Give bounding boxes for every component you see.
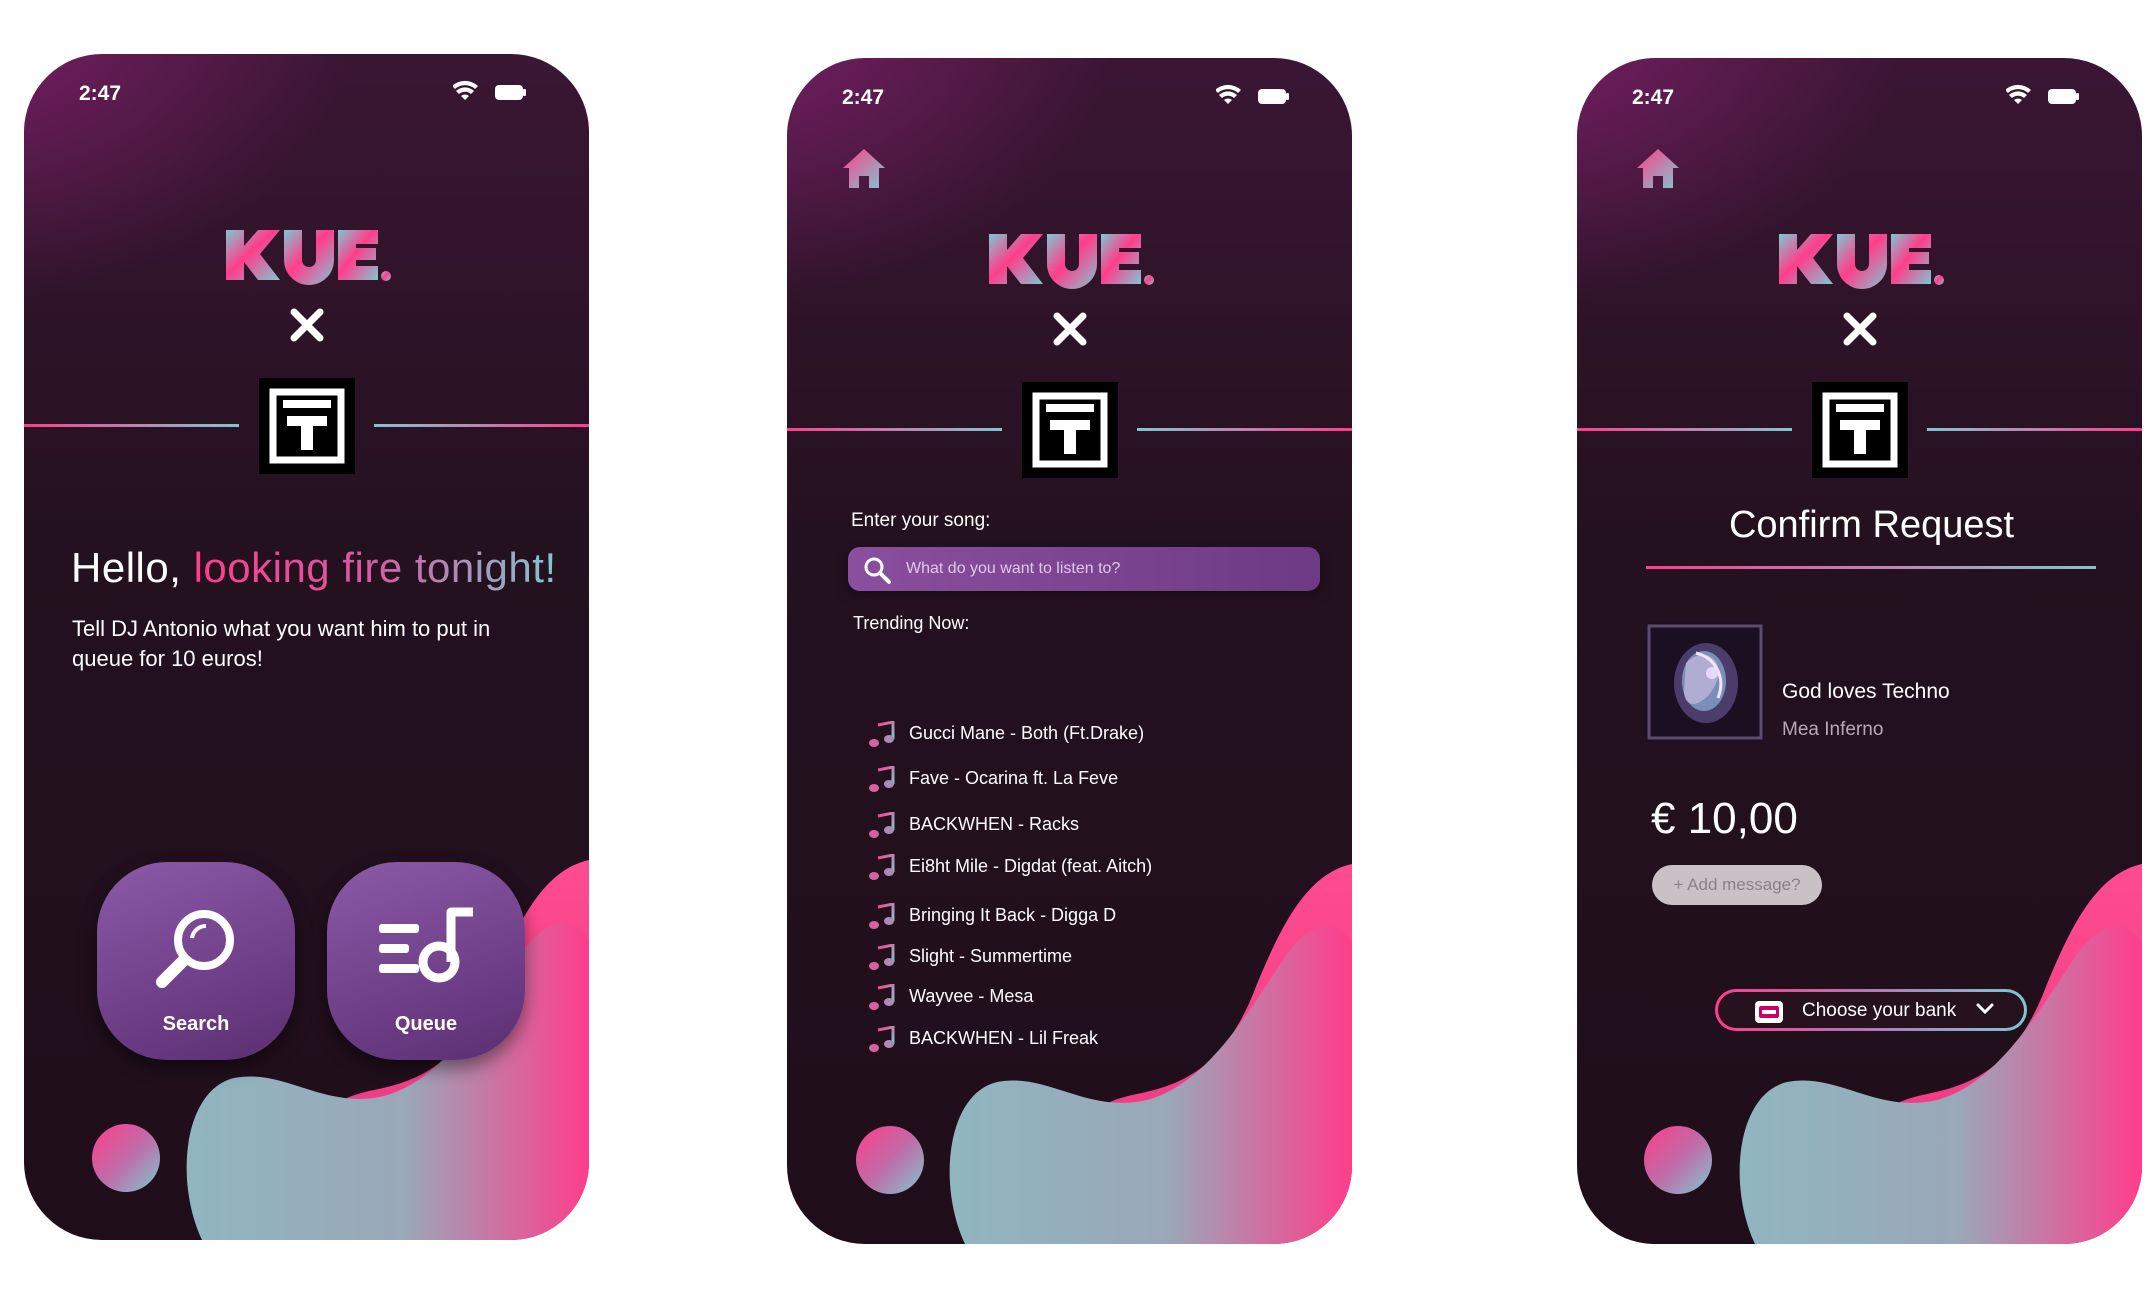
status-icons	[453, 80, 526, 100]
song-item[interactable]: Slight - Summertime	[869, 942, 1309, 972]
venue-t-logo	[1021, 382, 1118, 478]
confirm-screen: 2:47 Confirm Request God loves Techno Me…	[1577, 58, 2142, 1244]
status-icons	[1216, 84, 1289, 104]
home-screen: 2:47 Hello, looking fire tonight! Tell D…	[24, 54, 589, 1240]
venue-t-logo	[258, 378, 355, 474]
music-note-icon	[869, 944, 895, 970]
confirm-title: Confirm Request	[1728, 504, 2015, 546]
queue-music-icon	[379, 907, 473, 983]
kue-logo	[988, 234, 1154, 289]
greeting-accent: looking fire tonight!	[193, 544, 557, 591]
song-title: Ei8ht Mile - Digdat (feat. Aitch)	[909, 856, 1153, 876]
selected-song-title: God loves Techno	[1782, 680, 1950, 703]
song-title: Wayvee - Mesa	[909, 986, 1034, 1006]
song-item[interactable]: Bringing It Back - Digga D	[869, 901, 1309, 931]
bank-card-icon	[1755, 1001, 1783, 1023]
music-note-icon	[869, 766, 895, 792]
search-button-label: Search	[162, 1013, 230, 1035]
enter-song-label: Enter your song:	[851, 510, 991, 531]
choose-bank-dropdown[interactable]: Choose your bank	[1715, 989, 2027, 1031]
choose-bank-label: Choose your bank	[1802, 1000, 1957, 1021]
search-screen: 2:47 Enter your song: What do you want t…	[787, 58, 1352, 1244]
status-time: 2:47	[842, 86, 885, 109]
greeting: Hello, looking fire tonight!	[71, 544, 557, 592]
song-title: Slight - Summertime	[909, 946, 1073, 966]
song-title: BACKWHEN - Racks	[909, 814, 1080, 834]
status-time: 2:47	[79, 82, 122, 105]
battery-icon	[1258, 89, 1286, 104]
music-note-icon	[869, 721, 895, 747]
music-note-icon	[869, 903, 895, 929]
kue-logo	[225, 230, 391, 285]
close-x-icon	[1843, 312, 1876, 346]
add-message-button[interactable]: + Add message?	[1652, 865, 1822, 905]
search-button[interactable]: Search	[97, 862, 295, 1060]
wifi-icon	[1216, 84, 1241, 104]
wifi-icon	[453, 80, 478, 100]
selected-song-artist: Mea Inferno	[1782, 719, 1884, 740]
wifi-icon	[2006, 84, 2031, 104]
status-icons	[2006, 84, 2079, 104]
song-item[interactable]: BACKWHEN - Racks	[869, 810, 1309, 840]
home-description: Tell DJ Antonio what you want him to put…	[72, 616, 491, 671]
search-placeholder: What do you want to listen to?	[906, 560, 1121, 577]
divider-left	[1577, 428, 1792, 431]
song-title: Gucci Mane - Both (Ft.Drake)	[909, 723, 1145, 743]
title-underline	[1646, 566, 2096, 569]
profile-dot[interactable]	[856, 1126, 924, 1194]
close-x-icon	[1053, 312, 1086, 346]
divider-left	[787, 428, 1002, 431]
music-note-icon	[869, 1026, 895, 1052]
song-title: Bringing It Back - Digga D	[909, 905, 1117, 925]
trending-label: Trending Now:	[853, 613, 970, 633]
kue-logo	[1778, 234, 1944, 289]
music-note-icon	[869, 984, 895, 1010]
song-item[interactable]: Fave - Ocarina ft. La Feve	[869, 764, 1309, 794]
greeting-prefix: Hello,	[71, 544, 194, 591]
venue-t-logo	[1811, 382, 1908, 478]
search-input[interactable]: What do you want to listen to?	[848, 547, 1320, 591]
song-item[interactable]: Wayvee - Mesa	[869, 982, 1309, 1012]
close-x-icon	[290, 308, 323, 342]
divider-right	[1137, 428, 1352, 431]
battery-icon	[2048, 89, 2076, 104]
queue-button-label: Queue	[394, 1013, 458, 1035]
music-note-icon	[869, 812, 895, 838]
song-item[interactable]: Ei8ht Mile - Digdat (feat. Aitch)	[869, 852, 1309, 882]
profile-dot[interactable]	[1644, 1126, 1712, 1194]
song-item[interactable]: Gucci Mane - Both (Ft.Drake)	[869, 719, 1309, 749]
divider-right	[1927, 428, 2142, 431]
music-note-icon	[869, 854, 895, 880]
magnifier-icon	[156, 910, 234, 988]
price: € 10,00	[1651, 794, 1798, 843]
chevron-down-icon	[1976, 1003, 1994, 1015]
profile-dot[interactable]	[92, 1124, 160, 1192]
song-title: Fave - Ocarina ft. La Feve	[909, 768, 1119, 788]
song-title: BACKWHEN - Lil Freak	[909, 1028, 1099, 1048]
queue-button[interactable]: Queue	[327, 862, 525, 1060]
divider-right	[374, 424, 589, 427]
song-item[interactable]: BACKWHEN - Lil Freak	[869, 1024, 1309, 1054]
album-art	[1646, 623, 1764, 741]
search-icon	[864, 557, 891, 584]
battery-icon	[495, 85, 523, 100]
divider-left	[24, 424, 239, 427]
home-icon[interactable]	[841, 146, 887, 192]
status-time: 2:47	[1632, 86, 1675, 109]
home-icon[interactable]	[1635, 146, 1681, 192]
